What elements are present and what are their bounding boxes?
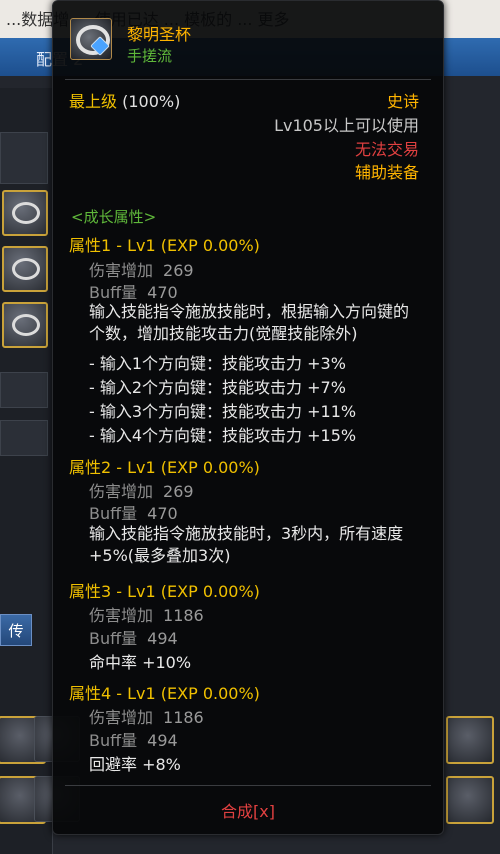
- attribute-description: 命中率 +10%: [89, 653, 192, 672]
- stat-value: 470: [147, 283, 178, 302]
- damage-stat: 伤害增加 1186: [89, 704, 204, 728]
- stat-label: Buff量: [89, 629, 138, 648]
- item-name: 黎明圣杯: [127, 25, 192, 44]
- item-source: 手搓流: [127, 47, 173, 65]
- ring-icon: [12, 258, 40, 280]
- attribute-title: 属性1 - Lv1 (EXP 0.00%): [69, 236, 260, 255]
- ring-icon: [12, 314, 40, 336]
- stat-value: 269: [163, 482, 194, 501]
- attribute-bullet: - 输入1个方向键：技能攻击力 +3%: [89, 354, 346, 373]
- ring-icon: [12, 202, 40, 224]
- stat-value: 1186: [163, 708, 204, 727]
- damage-stat: 伤害增加 1186: [89, 602, 204, 626]
- attribute-description: 输入技能指令施放技能时，3秒内，所有速度 +5%(最多叠加3次): [89, 524, 404, 565]
- attribute-description: 输入技能指令施放技能时，根据输入方向键的个数，增加技能攻击力(觉醒技能除外): [89, 302, 410, 343]
- stat-label: 伤害增加: [89, 261, 154, 280]
- stat-value: 494: [147, 731, 178, 750]
- inventory-slot[interactable]: [446, 716, 494, 764]
- item-icon: [70, 18, 112, 60]
- background-button[interactable]: 传: [0, 614, 32, 646]
- attribute-bullet: - 输入2个方向键：技能攻击力 +7%: [89, 378, 346, 397]
- item-grade: 最上级 (100%): [69, 88, 180, 112]
- slot-type: 辅助装备: [354, 163, 419, 182]
- background-box: [0, 420, 48, 456]
- craft-button[interactable]: 合成[x]: [53, 798, 443, 822]
- attribute-title: 属性2 - Lv1 (EXP 0.00%): [69, 458, 260, 477]
- stat-value: 494: [147, 629, 178, 648]
- stat-value: 1186: [163, 606, 204, 625]
- stat-value: 470: [147, 504, 178, 523]
- background-box: [0, 132, 48, 184]
- equipment-slot[interactable]: [2, 190, 48, 236]
- stat-value: 269: [163, 261, 194, 280]
- buff-stat: Buff量 470: [89, 500, 178, 524]
- stat-label: 伤害增加: [89, 708, 154, 727]
- equipment-slot[interactable]: [2, 246, 48, 292]
- item-tooltip: 黎明圣杯 手搓流 最上级 (100%) 史诗 Lv105以上可以使用 无法交易 …: [52, 0, 444, 835]
- grade-label: 最上级: [69, 92, 118, 111]
- buff-stat: Buff量 494: [89, 727, 178, 751]
- divider: [65, 79, 431, 80]
- stat-label: Buff量: [89, 731, 138, 750]
- attribute-title: 属性3 - Lv1 (EXP 0.00%): [69, 582, 260, 601]
- trade-status: 无法交易: [354, 140, 419, 159]
- damage-stat: 伤害增加 269: [89, 478, 194, 502]
- damage-stat: 伤害增加 269: [89, 257, 194, 281]
- grade-percent: (100%): [122, 92, 181, 111]
- divider: [65, 785, 431, 786]
- buff-stat: Buff量 494: [89, 625, 178, 649]
- background-box: [0, 372, 48, 408]
- attribute-bullet: - 输入4个方向键：技能攻击力 +15%: [89, 426, 357, 445]
- attribute-title: 属性4 - Lv1 (EXP 0.00%): [69, 684, 260, 703]
- stat-label: 伤害增加: [89, 606, 154, 625]
- buff-stat: Buff量 470: [89, 279, 178, 303]
- equipment-slot[interactable]: [2, 302, 48, 348]
- stat-label: Buff量: [89, 504, 138, 523]
- stat-label: 伤害增加: [89, 482, 154, 501]
- level-requirement: Lv105以上可以使用: [274, 116, 419, 135]
- attribute-description: 回避率 +8%: [89, 755, 181, 774]
- stat-label: Buff量: [89, 283, 138, 302]
- item-rarity: 史诗: [386, 92, 419, 111]
- growth-header: <成长属性>: [71, 208, 157, 226]
- attribute-bullet: - 输入3个方向键：技能攻击力 +11%: [89, 402, 357, 421]
- inventory-slot[interactable]: [446, 776, 494, 824]
